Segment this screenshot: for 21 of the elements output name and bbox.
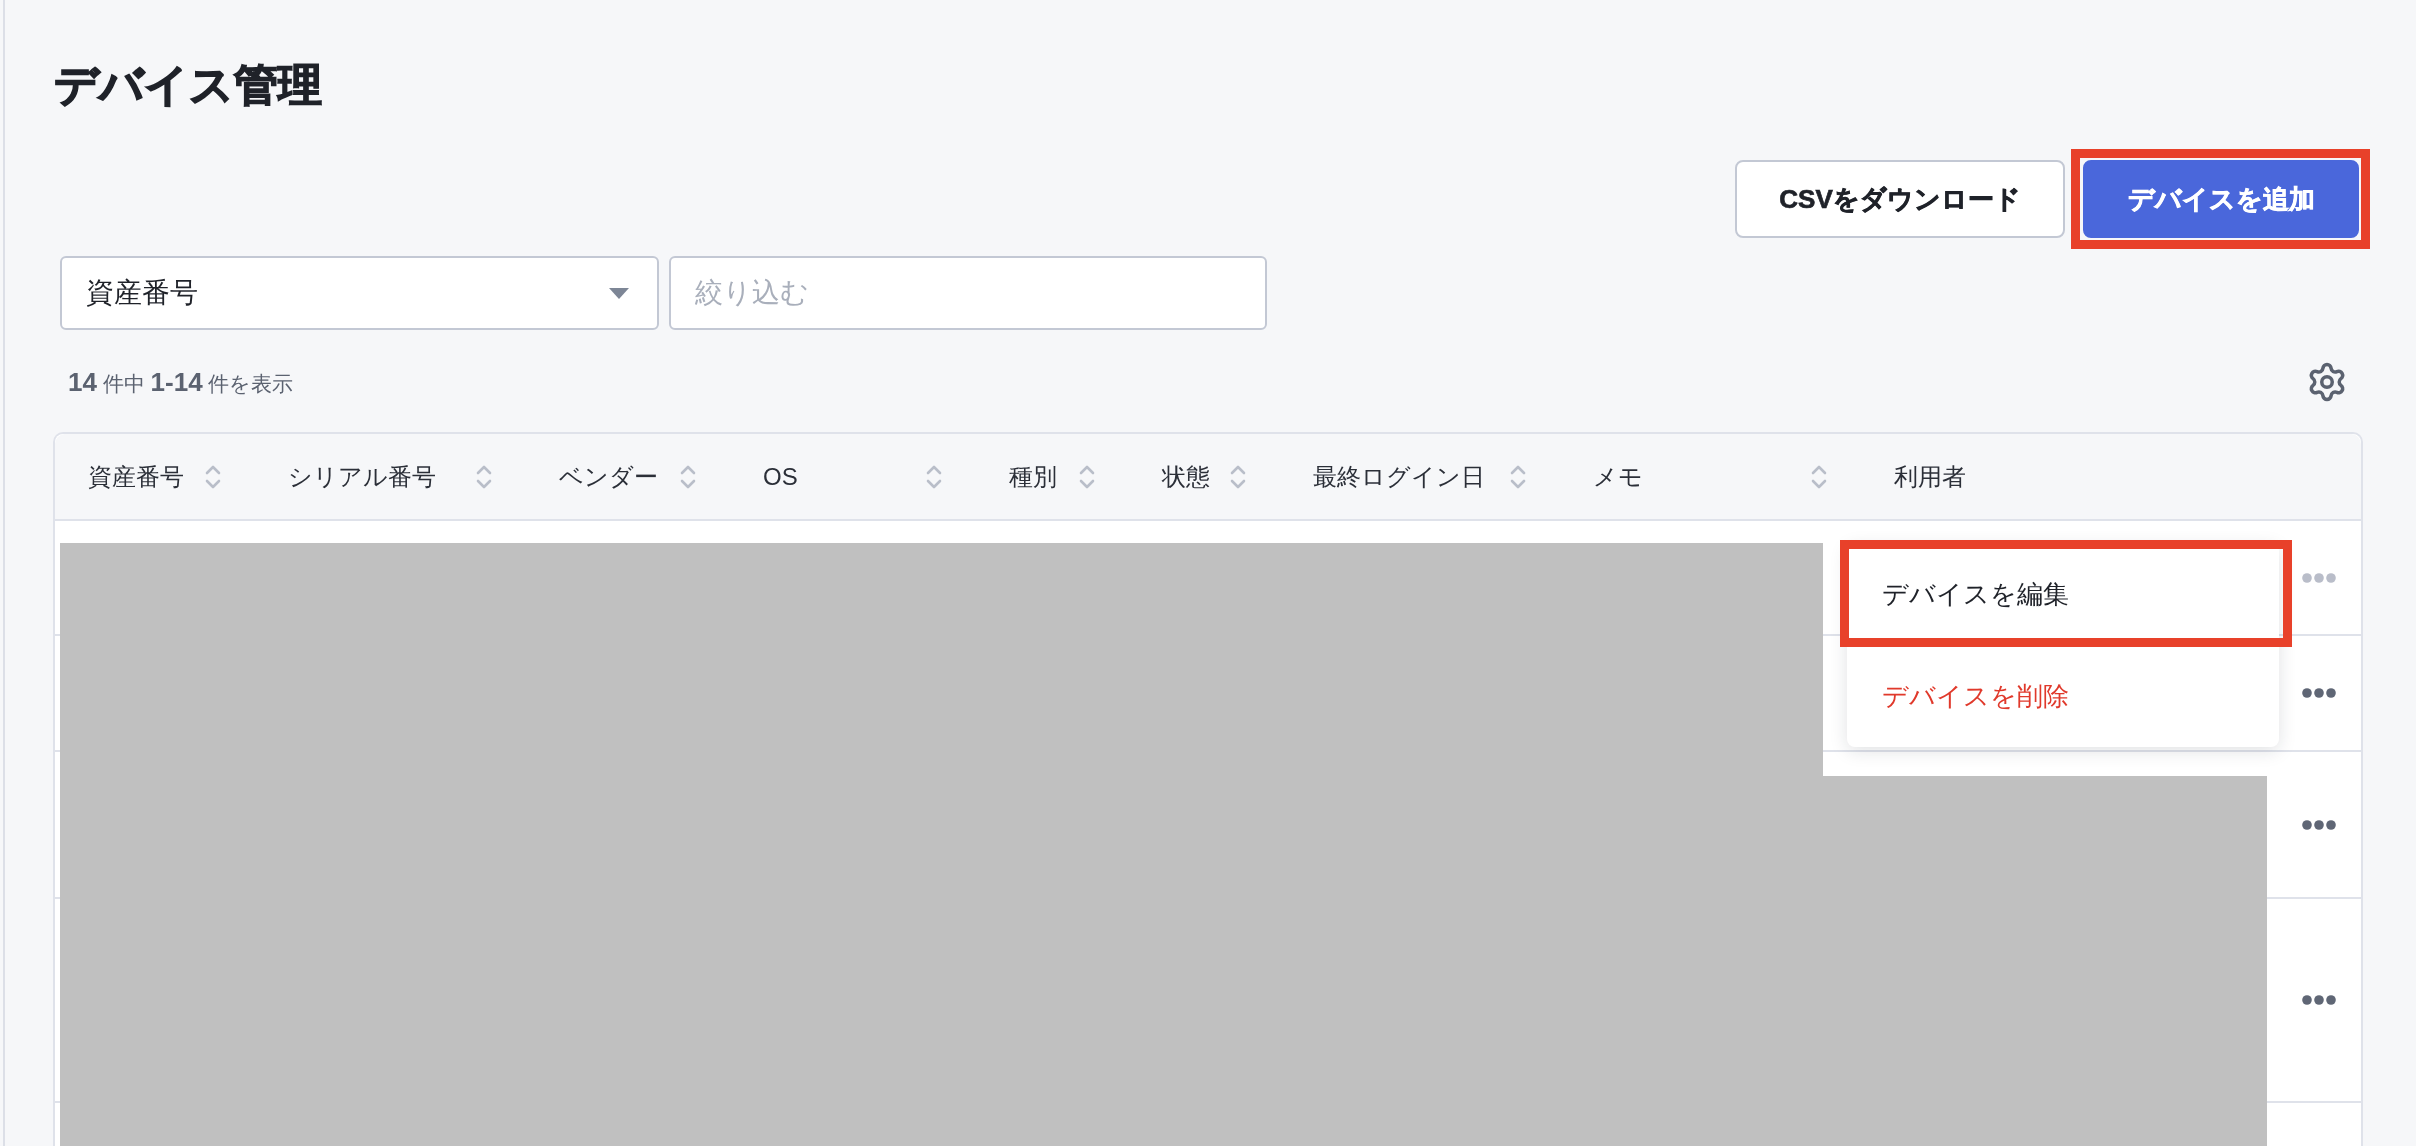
add-device-button[interactable]: デバイスを追加 xyxy=(2083,160,2359,238)
menu-item[interactable]: デバイスを編集 xyxy=(1847,543,2279,645)
menu-item[interactable]: デバイスを削除 xyxy=(1847,645,2279,747)
field-select[interactable]: 資産番号 xyxy=(60,256,659,330)
more-icon[interactable] xyxy=(2302,995,2336,1005)
column-header: 種別 xyxy=(1009,461,1057,492)
more-icon[interactable] xyxy=(2302,819,2336,830)
column-header: シリアル番号 xyxy=(288,461,436,492)
result-count: 14 件中 1-14 件を表示 xyxy=(68,366,294,398)
column-header: 状態 xyxy=(1162,461,1210,492)
download-button[interactable]: CSVをダウンロード xyxy=(1735,160,2065,238)
caret-icon xyxy=(609,287,629,299)
column-header: 最終ログイン日 xyxy=(1313,461,1485,492)
page-title: デバイス管理 xyxy=(54,59,322,111)
column-header: メモ xyxy=(1593,461,1643,492)
column-header: 利用者 xyxy=(1894,461,1966,492)
column-header: ベンダー xyxy=(559,461,658,492)
column-header: OS xyxy=(763,462,798,491)
more-icon[interactable] xyxy=(2302,688,2336,698)
filter-field[interactable]: 絞り込む xyxy=(669,256,1267,330)
column-header: 資産番号 xyxy=(88,461,184,492)
